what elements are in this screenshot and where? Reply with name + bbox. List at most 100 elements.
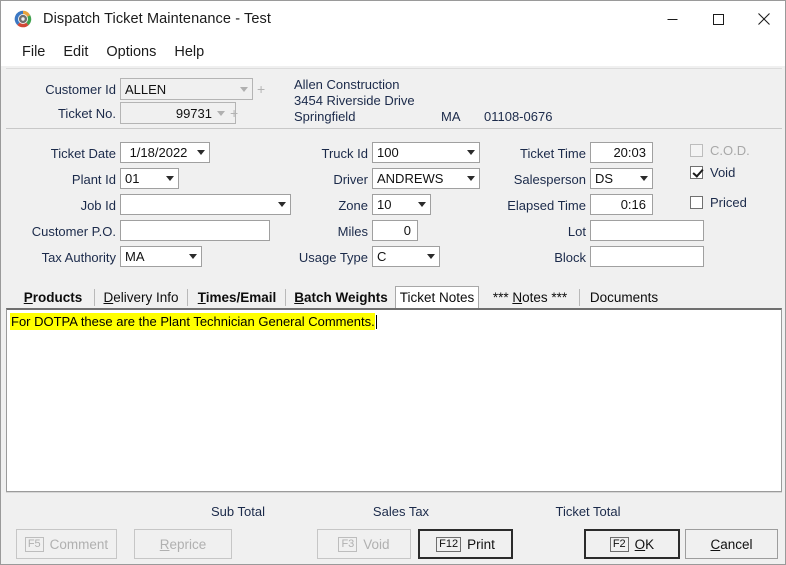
usage-type-input[interactable]: C: [372, 246, 440, 267]
tab-ticket-notes-label: Ticket Notes: [400, 290, 475, 305]
print-fkey: F12: [436, 537, 461, 552]
customer-id-input[interactable]: ALLEN: [120, 78, 253, 100]
plant-id-input[interactable]: 01: [120, 168, 179, 189]
customer-street: 3454 Riverside Drive: [294, 93, 415, 109]
tab-ticket-notes[interactable]: Ticket Notes: [395, 286, 479, 309]
ticket-notes-textarea[interactable]: For DOTPA these are the Plant Technician…: [6, 308, 782, 492]
usage-type-value: C: [377, 249, 422, 264]
sales-tax-label: Sales Tax: [339, 504, 463, 519]
elapsed-time-value: 0:16: [621, 197, 646, 212]
lot-input[interactable]: [590, 220, 704, 241]
chevron-down-icon[interactable]: [413, 195, 430, 214]
zone-input[interactable]: 10: [372, 194, 431, 215]
reprice-button[interactable]: Reprice: [134, 529, 232, 559]
tab-batch-weights[interactable]: Batch Weights: [288, 286, 394, 309]
menu-options[interactable]: Options: [97, 42, 165, 62]
chevron-down-icon[interactable]: [192, 143, 209, 162]
chevron-down-icon[interactable]: [212, 103, 229, 123]
window-controls: [649, 1, 786, 37]
title-bar: Dispatch Ticket Maintenance - Test: [1, 1, 786, 37]
ticket-time-input[interactable]: 20:03: [590, 142, 653, 163]
tab-documents[interactable]: Documents: [582, 286, 666, 309]
miles-value: 0: [404, 223, 411, 238]
truck-id-value: 100: [377, 145, 462, 160]
tab-strip: Products Delivery Info Times/Email Batch…: [6, 286, 782, 309]
salesperson-label: Salesperson: [476, 171, 586, 189]
chevron-down-icon[interactable]: [235, 79, 252, 99]
print-button-label: Print: [467, 537, 495, 552]
ticket-form-panel: Ticket Date 1/18/2022 Plant Id 01 Job Id…: [6, 129, 782, 286]
elapsed-time-input[interactable]: 0:16: [590, 194, 653, 215]
chevron-down-icon[interactable]: [422, 247, 439, 266]
tab-divider: [94, 289, 95, 306]
void-button[interactable]: F3Void: [317, 529, 411, 559]
cancel-button[interactable]: Cancel: [685, 529, 778, 559]
menu-file[interactable]: File: [13, 42, 54, 62]
void-checkbox[interactable]: Void: [690, 165, 735, 180]
tax-authority-label: Tax Authority: [6, 249, 116, 267]
reprice-button-label-rest: eprice: [169, 537, 206, 552]
truck-id-label: Truck Id: [258, 145, 368, 163]
maximize-icon[interactable]: [695, 1, 741, 37]
print-button[interactable]: F12 Print: [418, 529, 513, 559]
zone-value: 10: [377, 197, 413, 212]
driver-input[interactable]: ANDREWS: [372, 168, 480, 189]
miles-label: Miles: [258, 223, 368, 241]
tab-times-email-label-rest: imes/Email: [206, 290, 277, 305]
priced-checkbox[interactable]: Priced: [690, 195, 747, 210]
priced-checkbox-label: Priced: [710, 195, 747, 210]
plant-id-value: 01: [125, 171, 161, 186]
gear-icon: [14, 10, 32, 28]
customer-po-input[interactable]: [120, 220, 270, 241]
tab-documents-label: Documents: [590, 290, 658, 305]
tab-delivery-info[interactable]: Delivery Info: [97, 286, 185, 309]
tab-notes-label-rest: otes: [522, 290, 548, 305]
ticket-time-value: 20:03: [613, 145, 646, 160]
tax-authority-input[interactable]: MA: [120, 246, 202, 267]
customer-name: Allen Construction: [294, 77, 400, 93]
menu-edit[interactable]: Edit: [54, 42, 97, 62]
close-icon[interactable]: [741, 1, 786, 37]
tab-divider: [579, 289, 580, 306]
tab-batch-weights-label-rest: atch Weights: [304, 290, 388, 305]
tab-notes[interactable]: *** Notes ***: [482, 286, 578, 309]
customer-panel: Customer Id ALLEN + Ticket No. 99731 + A…: [6, 68, 782, 129]
chevron-down-icon[interactable]: [161, 169, 178, 188]
block-input[interactable]: [590, 246, 704, 267]
tab-times-email[interactable]: Times/Email: [190, 286, 284, 309]
checkbox-box: [690, 196, 703, 209]
comment-button[interactable]: F5Comment: [16, 529, 117, 559]
tab-divider: [285, 289, 286, 306]
comment-fkey: F5: [25, 537, 44, 552]
chevron-down-icon[interactable]: [635, 169, 652, 188]
usage-type-label: Usage Type: [258, 249, 368, 267]
ticket-date-input[interactable]: 1/18/2022: [120, 142, 210, 163]
miles-input[interactable]: 0: [372, 220, 418, 241]
salesperson-input[interactable]: DS: [590, 168, 653, 189]
ticket-date-value: 1/18/2022: [125, 145, 192, 160]
chevron-down-icon[interactable]: [184, 247, 201, 266]
customer-id-add-icon[interactable]: +: [257, 82, 265, 96]
void-fkey: F3: [338, 537, 357, 552]
cod-checkbox-label: C.O.D.: [710, 143, 750, 158]
tab-products-label-rest: roducts: [33, 290, 83, 305]
block-label: Block: [476, 249, 586, 267]
cancel-button-label-rest: ancel: [720, 537, 752, 552]
footer-bar: Sub Total Sales Tax Ticket Total F5Comme…: [6, 492, 782, 561]
customer-id-label: Customer Id: [6, 81, 116, 99]
menu-help[interactable]: Help: [165, 42, 213, 62]
ticket-no-add-icon[interactable]: +: [230, 106, 238, 120]
tab-products[interactable]: Products: [14, 286, 92, 309]
dispatch-ticket-maintenance-window: Dispatch Ticket Maintenance - Test File …: [0, 0, 786, 565]
truck-id-input[interactable]: 100: [372, 142, 480, 163]
ticket-time-label: Ticket Time: [476, 145, 586, 163]
ticket-no-input[interactable]: 99731: [120, 102, 236, 124]
cod-checkbox[interactable]: C.O.D.: [690, 143, 750, 158]
window-title: Dispatch Ticket Maintenance - Test: [43, 11, 271, 27]
zone-label: Zone: [258, 197, 368, 215]
plant-id-label: Plant Id: [6, 171, 116, 189]
minimize-icon[interactable]: [649, 1, 695, 37]
customer-id-value: ALLEN: [125, 82, 235, 97]
customer-zip: 01108-0676: [484, 109, 552, 125]
ok-button[interactable]: F2OK: [584, 529, 680, 559]
